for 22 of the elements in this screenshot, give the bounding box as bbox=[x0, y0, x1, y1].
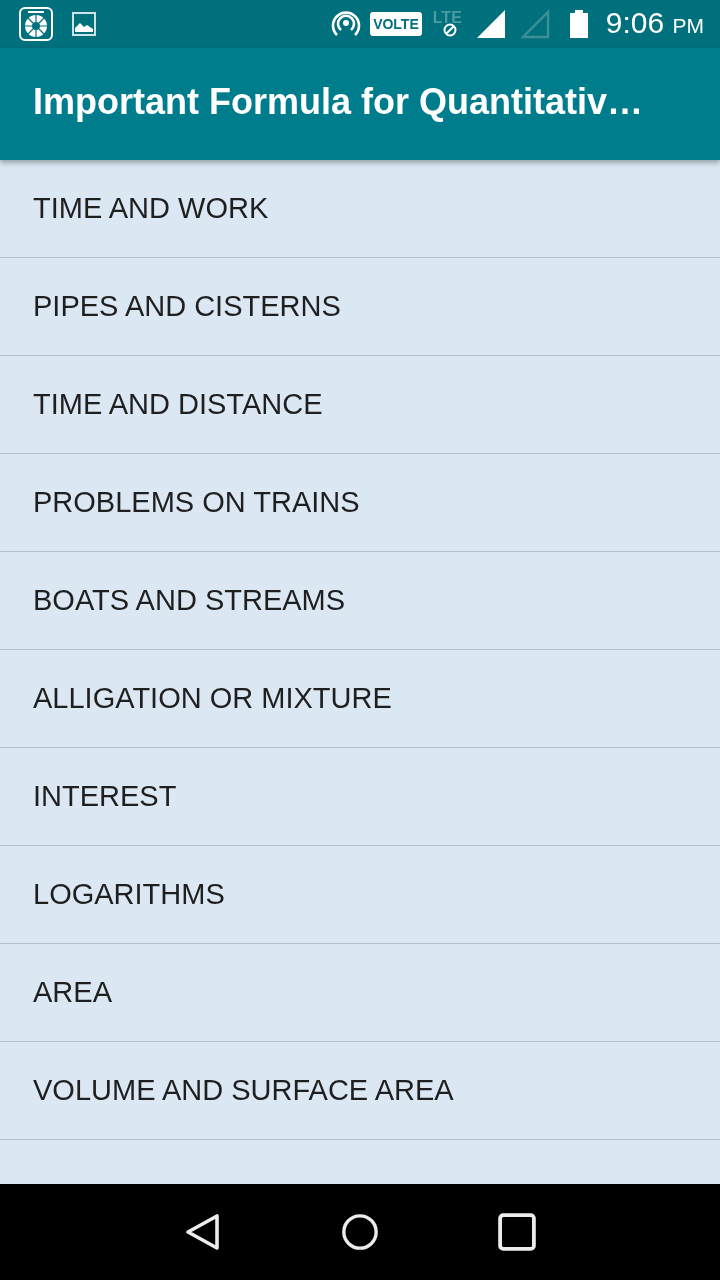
topic-list-item[interactable]: TIME AND WORK bbox=[0, 160, 720, 258]
network-type-label: LTE bbox=[432, 10, 462, 26]
topic-list-item[interactable]: PIPES AND CISTERNS bbox=[0, 258, 720, 356]
status-clock: 9:06 PM bbox=[605, 5, 704, 41]
topic-list-item[interactable]: ALLIGATION OR MIXTURE bbox=[0, 650, 720, 748]
hotspot-icon bbox=[331, 9, 362, 39]
no-data-icon bbox=[442, 23, 457, 37]
topic-list-item[interactable]: AREA bbox=[0, 944, 720, 1042]
recents-icon[interactable] bbox=[498, 1212, 537, 1252]
topic-list-item[interactable]: LOGARITHMS bbox=[0, 846, 720, 944]
topic-list-item[interactable]: BOATS AND STREAMS bbox=[0, 552, 720, 650]
app-badge-icon bbox=[19, 7, 53, 41]
battery-icon bbox=[569, 10, 588, 38]
topic-list-item[interactable]: PROBLEMS ON TRAINS bbox=[0, 454, 720, 552]
topic-list-item[interactable]: VOLUME AND SURFACE AREA bbox=[0, 1042, 720, 1140]
back-icon[interactable] bbox=[183, 1212, 222, 1252]
image-icon bbox=[72, 12, 96, 36]
topic-list-item[interactable]: INTEREST bbox=[0, 748, 720, 846]
volte-badge: VOLTE bbox=[370, 12, 422, 36]
topic-list-item[interactable]: TIME AND DISTANCE bbox=[0, 356, 720, 454]
app-title: Important Formula for Quantitativ… bbox=[33, 80, 643, 124]
home-icon[interactable] bbox=[341, 1212, 379, 1252]
